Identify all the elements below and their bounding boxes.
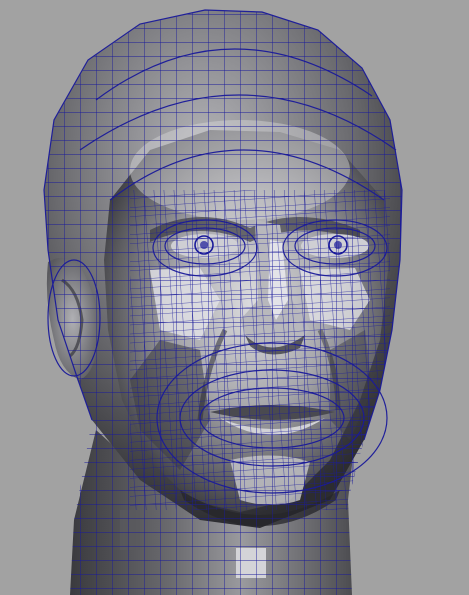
head-mesh-icon[interactable]: [0, 0, 469, 595]
3d-viewport[interactable]: [0, 0, 469, 595]
